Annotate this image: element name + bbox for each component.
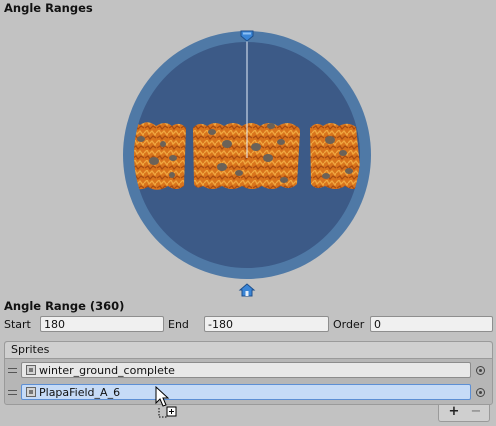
list-footer: + − <box>438 404 490 422</box>
order-label: Order <box>333 318 365 331</box>
sprite-tile-right <box>310 123 360 189</box>
angle-range-fields: Start 180 End -180 Order 0 <box>0 316 496 334</box>
angle-range-title: Angle Range (360) <box>4 299 125 313</box>
object-picker-icon[interactable] <box>476 366 485 375</box>
sprite-asset-icon <box>26 387 36 397</box>
sprite-preview <box>134 122 360 190</box>
start-label: Start <box>4 318 31 331</box>
drag-copy-cursor-icon <box>155 386 177 418</box>
end-field[interactable]: -180 <box>204 316 329 332</box>
angle-range-editor[interactable] <box>0 18 496 300</box>
object-picker-icon[interactable] <box>476 388 485 397</box>
sprites-header: Sprites <box>5 342 492 359</box>
angle-ranges-title: Angle Ranges <box>4 1 93 15</box>
sprite-asset-icon <box>26 365 36 375</box>
sprites-list: Sprites winter_ground_complete PlapaFiel… <box>4 341 493 405</box>
drag-handle-icon[interactable] <box>8 368 17 373</box>
end-label: End <box>168 318 189 331</box>
start-field[interactable]: 180 <box>40 316 164 332</box>
sprite-object-field[interactable]: winter_ground_complete <box>21 362 471 378</box>
house-marker-icon[interactable] <box>238 283 256 297</box>
sprite-object-field[interactable]: PlapaField_A_6 <box>21 384 471 400</box>
sprite-name: PlapaField_A_6 <box>39 386 121 399</box>
list-item[interactable]: PlapaField_A_6 <box>5 383 492 403</box>
sprite-name: winter_ground_complete <box>39 364 175 377</box>
order-field[interactable]: 0 <box>370 316 493 332</box>
add-item-button[interactable]: + <box>444 404 464 420</box>
remove-item-button[interactable]: − <box>466 404 486 420</box>
sprites-header-label: Sprites <box>11 343 50 356</box>
drag-handle-icon[interactable] <box>8 390 17 395</box>
list-item[interactable]: winter_ground_complete <box>5 361 492 381</box>
